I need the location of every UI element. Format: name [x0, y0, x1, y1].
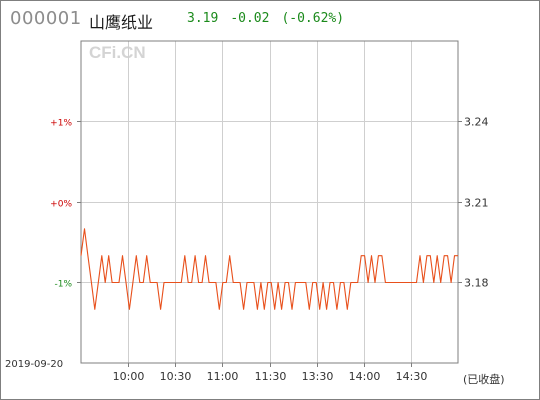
x-tick-label: 10:30 — [160, 370, 192, 383]
x-tick-label: 14:00 — [349, 370, 381, 383]
chart-frame: 000001 山鹰纸业 3.19 -0.02 (-0.62%) CFi.CN +1%… — [0, 0, 540, 400]
right-tick-label: 3.24 — [464, 116, 489, 129]
watermark: CFi.CN — [89, 43, 146, 62]
right-tick-label: 3.18 — [464, 277, 489, 290]
left-tick-label: +1% — [50, 119, 72, 129]
x-tick-label: 13:30 — [302, 370, 334, 383]
grid-lines — [81, 41, 458, 363]
x-tick-label: 11:30 — [255, 370, 287, 383]
market-status: (已收盘) — [463, 372, 505, 386]
x-tick-label: 11:00 — [207, 370, 239, 383]
series-layer — [80, 228, 458, 310]
x-tick-label: 10:00 — [113, 370, 145, 383]
left-tick-label: +0% — [50, 200, 72, 210]
price-line — [80, 228, 458, 310]
x-axis: 10:00 10:30 11:00 11:30 13:30 14:00 14:30 — [113, 363, 428, 383]
trade-date: 2019-09-20 — [5, 359, 63, 370]
left-tick-label: -1% — [54, 280, 72, 290]
right-tick-label: 3.21 — [464, 197, 489, 210]
x-tick-label: 14:30 — [396, 370, 428, 383]
left-axis: +1% +0% -1% — [50, 119, 81, 290]
right-axis: 3.24 3.21 3.18 — [458, 116, 489, 290]
intraday-chart: CFi.CN +1% +0% -1% 3.24 3.21 3.18 10:00 10:30… — [5, 40, 505, 386]
